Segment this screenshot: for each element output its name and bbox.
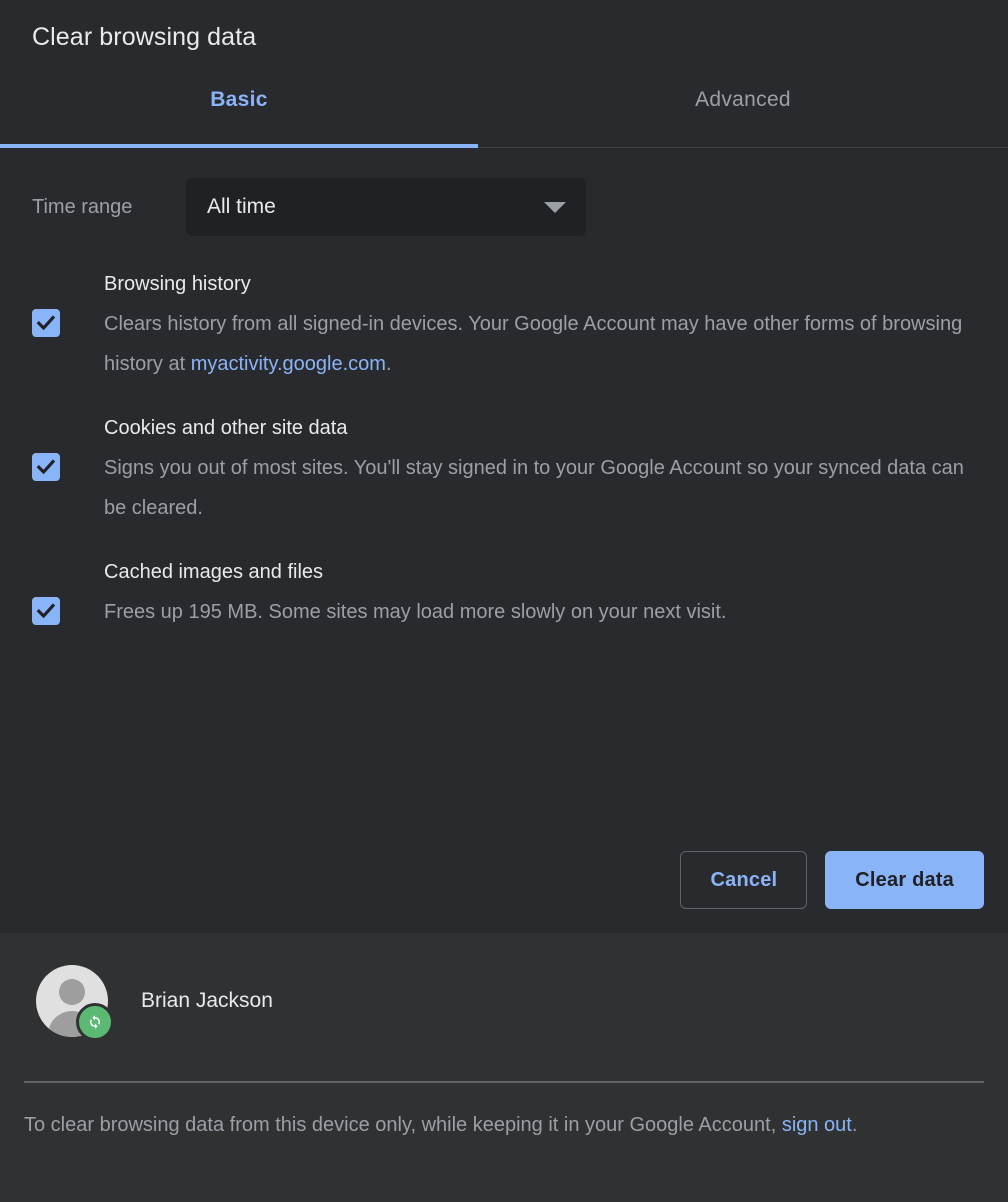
checkbox-browsing-history[interactable] [32,309,60,337]
option-text: Cached images and files Frees up 195 MB.… [104,558,984,632]
time-range-label: Time range [32,196,154,219]
option-description: Frees up 195 MB. Some sites may load mor… [104,592,984,632]
option-title: Cached images and files [104,558,984,586]
option-cookies: Cookies and other site data Signs you ou… [0,414,1008,528]
option-description: Signs you out of most sites. You'll stay… [104,448,984,528]
checkbox-cell [32,414,104,481]
option-text: Cookies and other site data Signs you ou… [104,414,984,528]
option-browsing-history: Browsing history Clears history from all… [0,270,1008,384]
sync-badge-icon [76,1003,114,1041]
tab-advanced[interactable]: Advanced [478,52,1008,148]
time-range-row: Time range All time [0,148,1008,236]
option-description: Clears history from all signed-in device… [104,304,984,384]
avatar-head-shape [59,979,85,1005]
footer-note-text: To clear browsing data from this device … [24,1114,782,1136]
dialog-body: Time range All time Browsing history [0,148,1008,933]
clear-data-button[interactable]: Clear data [825,851,984,909]
checkbox-cached-images[interactable] [32,597,60,625]
checkbox-cell [32,558,104,625]
time-range-value: All time [207,195,276,219]
cancel-button[interactable]: Cancel [680,851,807,909]
clear-browsing-data-dialog: Clear browsing data Basic Advanced Time … [0,0,1008,1202]
checkbox-cookies[interactable] [32,453,60,481]
option-cached-images: Cached images and files Frees up 195 MB.… [0,558,1008,632]
tab-basic[interactable]: Basic [0,52,478,148]
account-row[interactable]: Brian Jackson [0,933,1008,1037]
chevron-down-icon [544,202,566,213]
footer-note: To clear browsing data from this device … [24,1105,972,1145]
footer-divider [24,1081,984,1083]
tab-basic-label: Basic [210,88,268,112]
myactivity-link[interactable]: myactivity.google.com [191,353,386,375]
time-range-select[interactable]: All time [186,178,586,236]
sign-out-link[interactable]: sign out [782,1114,852,1136]
dialog-actions: Cancel Clear data [680,851,984,909]
option-text: Browsing history Clears history from all… [104,270,984,384]
option-title: Browsing history [104,270,984,298]
dialog-title-bar: Clear browsing data [0,0,1008,52]
options-list: Browsing history Clears history from all… [0,236,1008,632]
option-description-tail: . [386,353,392,375]
tab-advanced-label: Advanced [695,88,791,112]
page-title: Clear browsing data [32,22,984,52]
footer-note-tail: . [852,1114,858,1136]
tab-strip: Basic Advanced [0,52,1008,148]
checkbox-cell [32,270,104,337]
option-title: Cookies and other site data [104,414,984,442]
avatar [36,965,108,1037]
account-name: Brian Jackson [141,989,273,1013]
account-footer: Brian Jackson To clear browsing data fro… [0,933,1008,1202]
